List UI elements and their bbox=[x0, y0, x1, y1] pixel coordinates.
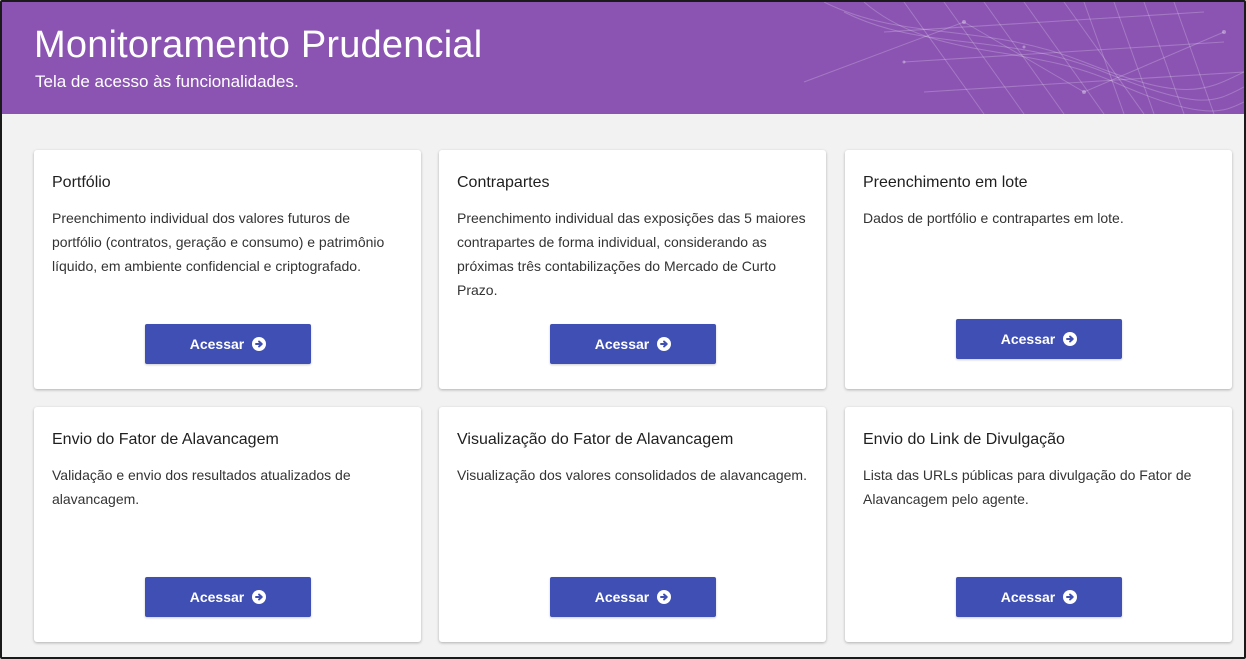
acessar-link-divulgacao-button[interactable]: Acessar bbox=[956, 577, 1122, 617]
card-description: Preenchimento individual das exposições … bbox=[457, 210, 806, 298]
arrow-circle-right-icon bbox=[1063, 590, 1078, 604]
card-title: Contrapartes bbox=[457, 174, 550, 191]
card-title: Preenchimento em lote bbox=[863, 174, 1028, 191]
button-label: Acessar bbox=[1000, 589, 1056, 605]
arrow-circle-right-icon bbox=[252, 337, 267, 351]
acessar-preenchimento-em-lote-button[interactable]: Acessar bbox=[956, 319, 1122, 359]
button-label: Acessar bbox=[189, 589, 245, 605]
acessar-contrapartes-button[interactable]: Acessar bbox=[550, 324, 716, 364]
card-envio-fator-alavancagem: Envio do Fator de Alavancagem Validação … bbox=[34, 407, 421, 642]
card-preenchimento-em-lote: Preenchimento em lote Dados de portfólio… bbox=[845, 150, 1232, 389]
button-label: Acessar bbox=[189, 336, 245, 352]
card-envio-link-divulgacao: Envio do Link de Divulgação Lista das UR… bbox=[845, 407, 1232, 642]
button-label: Acessar bbox=[1000, 331, 1056, 347]
arrow-circle-right-icon bbox=[657, 590, 672, 604]
acessar-envio-fator-button[interactable]: Acessar bbox=[145, 577, 311, 617]
card-visualizacao-fator-alavancagem: Visualização do Fator de Alavancagem Vis… bbox=[439, 407, 826, 642]
acessar-visualizacao-fator-button[interactable]: Acessar bbox=[550, 577, 716, 617]
arrow-circle-right-icon bbox=[1063, 332, 1078, 346]
card-description: Preenchimento individual dos valores fut… bbox=[52, 210, 385, 274]
card-title: Envio do Link de Divulgação bbox=[863, 431, 1065, 448]
page-header: Monitoramento Prudencial Tela de acesso … bbox=[2, 2, 1244, 114]
card-title: Envio do Fator de Alavancagem bbox=[52, 431, 279, 448]
card-title: Visualização do Fator de Alavancagem bbox=[457, 431, 734, 448]
acessar-portfolio-button[interactable]: Acessar bbox=[145, 324, 311, 364]
card-description: Lista das URLs públicas para divulgação … bbox=[863, 467, 1192, 507]
card-description: Validação e envio dos resultados atualiz… bbox=[52, 467, 351, 507]
page-subtitle: Tela de acesso às funcionalidades. bbox=[35, 72, 299, 91]
card-portfolio: Portfólio Preenchimento individual dos v… bbox=[34, 150, 421, 389]
arrow-circle-right-icon bbox=[252, 590, 267, 604]
arrow-circle-right-icon bbox=[657, 337, 672, 351]
header-network-pattern bbox=[803, 2, 1244, 114]
page-title: Monitoramento Prudencial bbox=[34, 24, 483, 66]
card-title: Portfólio bbox=[52, 174, 111, 191]
button-label: Acessar bbox=[594, 336, 650, 352]
button-label: Acessar bbox=[594, 589, 650, 605]
card-description: Dados de portfólio e contrapartes em lot… bbox=[863, 210, 1124, 226]
app-window: Monitoramento Prudencial Tela de acesso … bbox=[0, 0, 1246, 659]
card-description: Visualização dos valores consolidados de… bbox=[457, 467, 807, 483]
card-contrapartes: Contrapartes Preenchimento individual da… bbox=[439, 150, 826, 389]
